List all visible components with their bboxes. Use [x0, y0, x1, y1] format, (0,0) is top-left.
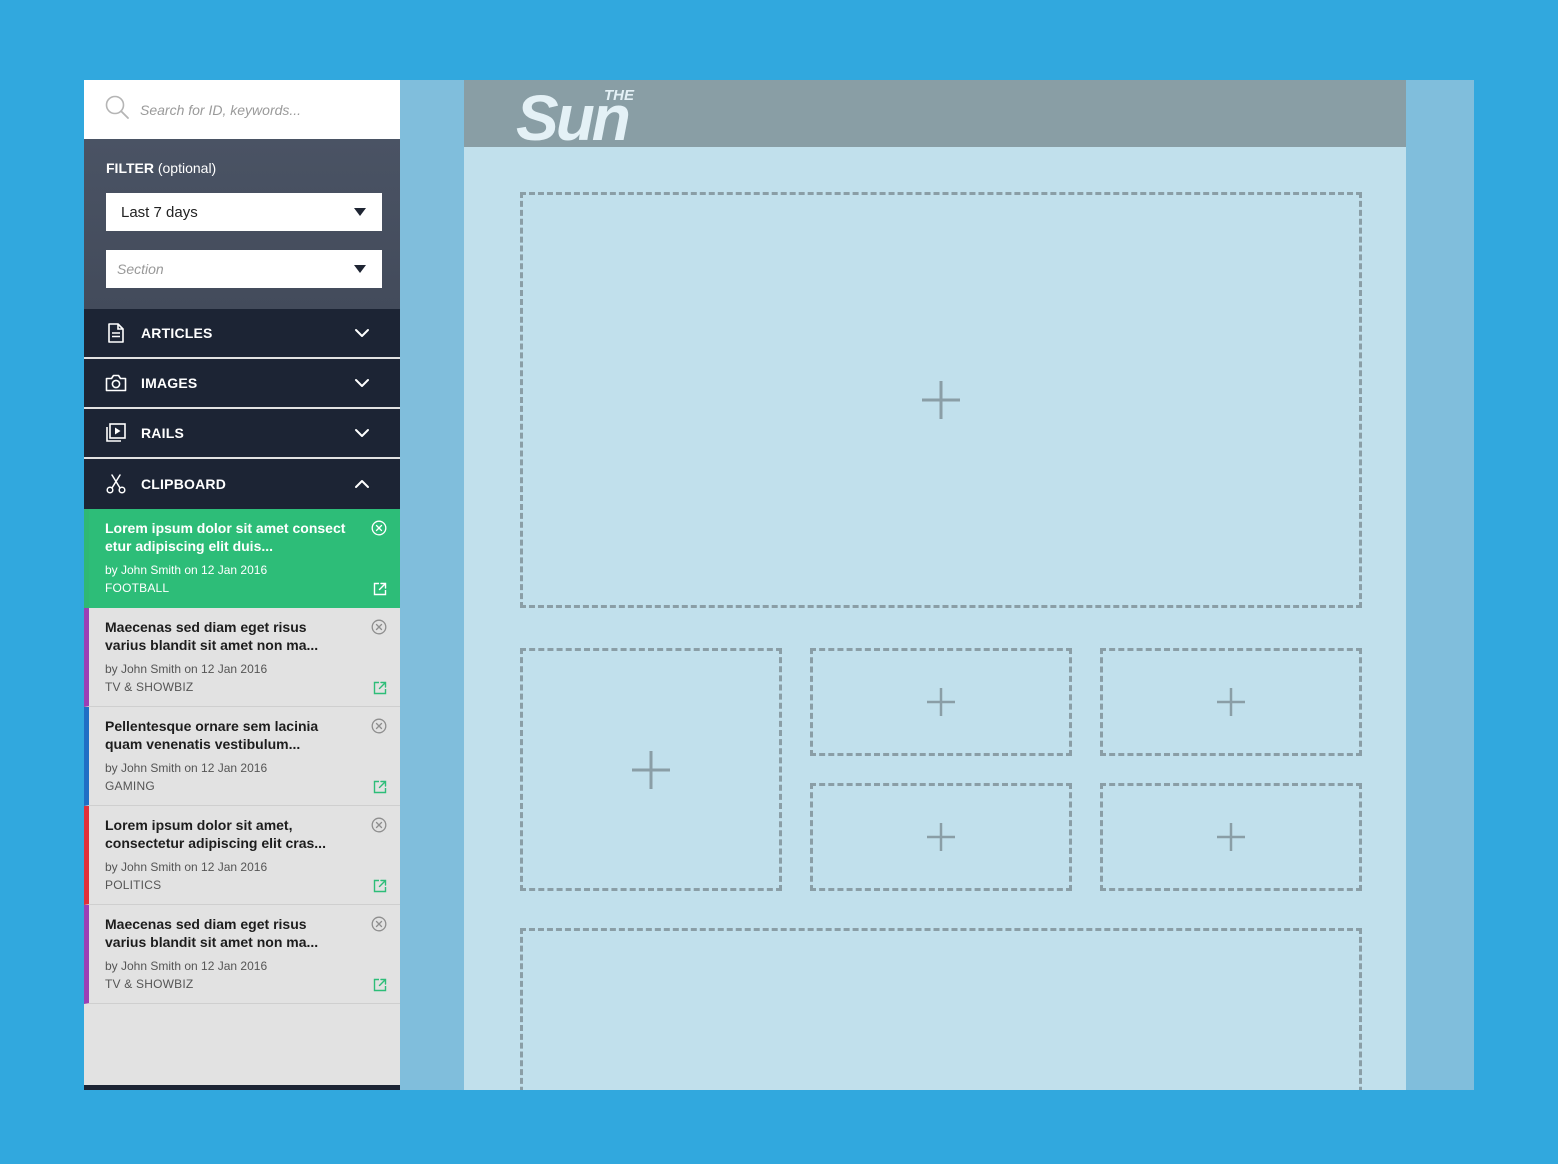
layout-slot-hero[interactable]: [520, 192, 1362, 608]
plus-icon: [927, 823, 955, 851]
accordion-rails[interactable]: RAILS: [84, 409, 400, 459]
layout-slot-small-4[interactable]: [1100, 783, 1362, 891]
chevron-down-icon: [355, 329, 369, 337]
external-link-icon[interactable]: [373, 681, 387, 695]
search-input[interactable]: [140, 101, 380, 118]
layout-slot-left[interactable]: [520, 648, 782, 891]
scissors-icon: [104, 472, 128, 496]
app-window: FILTER (optional) Last 7 days Section AR…: [84, 80, 1474, 1090]
masthead: THE Sun: [464, 80, 1406, 147]
accordion-articles[interactable]: ARTICLES: [84, 309, 400, 359]
date-range-value: Last 7 days: [121, 203, 198, 221]
external-link-icon[interactable]: [373, 780, 387, 794]
clipboard-item-byline: by John Smith on 12 Jan 2016: [105, 959, 268, 973]
clipboard-item-section: TV & SHOWBIZ: [105, 977, 194, 991]
clipboard-item-byline: by John Smith on 12 Jan 2016: [105, 860, 268, 874]
clipboard-item-section: FOOTBALL: [105, 581, 170, 595]
section-select[interactable]: Section: [106, 250, 382, 288]
close-circle-icon[interactable]: [371, 520, 387, 536]
clipboard-item-title: Maecenas sed diam eget risus varius blan…: [105, 619, 319, 653]
clipboard-item-byline: by John Smith on 12 Jan 2016: [105, 662, 268, 676]
sidebar: FILTER (optional) Last 7 days Section AR…: [84, 80, 400, 1090]
plus-icon: [1217, 688, 1245, 716]
accordion-clipboard-label: CLIPBOARD: [141, 476, 227, 492]
the-sun-logo: THE Sun: [516, 84, 635, 146]
section-placeholder: Section: [117, 261, 164, 277]
layout-slot-bottom[interactable]: [520, 928, 1362, 1090]
camera-icon: [104, 371, 128, 395]
chevron-down-icon: [355, 379, 369, 387]
clipboard-item[interactable]: Lorem ipsum dolor sit amet consect etur …: [84, 509, 400, 608]
clipboard-list: Lorem ipsum dolor sit amet consect etur …: [84, 509, 400, 1004]
clipboard-item-byline: by John Smith on 12 Jan 2016: [105, 761, 268, 775]
clipboard-item-byline: by John Smith on 12 Jan 2016: [105, 563, 268, 577]
layout-slot-small-3[interactable]: [810, 783, 1072, 891]
clipboard-item-section: POLITICS: [105, 878, 162, 892]
layout-slot-small-1[interactable]: [810, 648, 1072, 756]
page-canvas: THE Sun: [464, 80, 1406, 1090]
close-circle-icon[interactable]: [371, 817, 387, 833]
document-icon: [104, 321, 128, 345]
clipboard-item-title: Lorem ipsum dolor sit amet, consectetur …: [105, 817, 326, 851]
close-circle-icon[interactable]: [371, 916, 387, 932]
plus-icon: [927, 688, 955, 716]
search-icon: [104, 94, 130, 125]
close-circle-icon[interactable]: [371, 619, 387, 635]
chevron-down-icon: [355, 429, 369, 437]
filter-label: FILTER (optional): [106, 160, 217, 176]
clipboard-item-title: Lorem ipsum dolor sit amet consect etur …: [105, 520, 346, 554]
accordion-rails-label: RAILS: [141, 425, 184, 441]
dropdown-arrow-icon: [354, 265, 366, 273]
plus-icon: [632, 750, 670, 789]
svg-text:Sun: Sun: [516, 84, 629, 146]
external-link-icon[interactable]: [373, 978, 387, 992]
filter-panel: FILTER (optional) Last 7 days Section: [84, 139, 400, 309]
clipboard-item-section: GAMING: [105, 779, 155, 793]
accordion-clipboard[interactable]: CLIPBOARD: [84, 459, 400, 509]
date-range-select[interactable]: Last 7 days: [106, 193, 382, 231]
clipboard-item[interactable]: Lorem ipsum dolor sit amet, consectetur …: [84, 806, 400, 905]
close-circle-icon[interactable]: [371, 718, 387, 734]
plus-icon: [922, 381, 960, 419]
external-link-icon[interactable]: [373, 582, 387, 596]
play-stack-icon: [104, 421, 128, 445]
clipboard-item[interactable]: Maecenas sed diam eget risus varius blan…: [84, 905, 400, 1004]
accordion-images[interactable]: IMAGES: [84, 359, 400, 409]
accordion-articles-label: ARTICLES: [141, 325, 213, 341]
clipboard-item[interactable]: Maecenas sed diam eget risus varius blan…: [84, 608, 400, 707]
external-link-icon[interactable]: [373, 879, 387, 893]
search-bar: [84, 80, 400, 139]
plus-icon: [1217, 823, 1245, 851]
dropdown-arrow-icon: [354, 208, 366, 216]
chevron-up-icon: [355, 480, 369, 488]
clipboard-item[interactable]: Pellentesque ornare sem lacinia quam ven…: [84, 707, 400, 806]
clipboard-item-title: Maecenas sed diam eget risus varius blan…: [105, 916, 319, 950]
clipboard-item-section: TV & SHOWBIZ: [105, 680, 194, 694]
layout-slot-small-2[interactable]: [1100, 648, 1362, 756]
accordion-images-label: IMAGES: [141, 375, 198, 391]
clipboard-item-title: Pellentesque ornare sem lacinia quam ven…: [105, 718, 319, 752]
sidebar-bottom-bar: [84, 1085, 400, 1090]
